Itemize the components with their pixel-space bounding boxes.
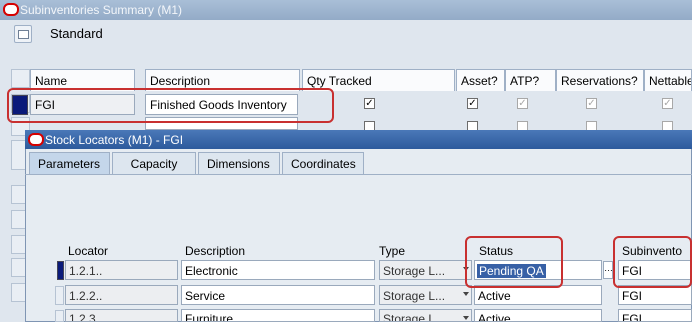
annotation-highlight-fgi-row — [7, 88, 334, 123]
toolbar-standard-label: Standard — [50, 26, 103, 41]
locator-status-field[interactable]: Active — [474, 285, 602, 305]
column-header-description: Description — [185, 244, 246, 258]
locator-type-select[interactable]: Storage L... — [379, 260, 472, 280]
reservations-checkbox[interactable]: ✓ — [586, 98, 597, 109]
tab-divider — [25, 174, 692, 175]
locator-description-field[interactable]: Furniture — [181, 309, 375, 322]
outer-window-title: Subinventories Summary (M1) — [20, 3, 183, 17]
locator-field[interactable]: 1.2.3.. — [65, 309, 178, 322]
annotation-highlight-subinventory — [613, 236, 692, 288]
tab-dimensions[interactable]: Dimensions — [198, 152, 280, 174]
locator-subinventory-field[interactable]: FGI — [618, 285, 692, 305]
record-indicator[interactable] — [55, 310, 64, 322]
current-record-marker — [57, 261, 64, 280]
tab-capacity[interactable]: Capacity — [112, 152, 196, 174]
oracle-window-icon — [3, 3, 19, 16]
outer-window-titlebar[interactable]: Subinventories Summary (M1) — [0, 0, 692, 20]
locator-type-value: Storage L... — [383, 312, 446, 322]
inner-window-titlebar[interactable]: Stock Locators (M1) - FGI — [25, 130, 692, 149]
atp-checkbox[interactable]: ✓ — [517, 98, 528, 109]
column-header-atp: ATP? — [505, 69, 556, 91]
column-header-asset: Asset? — [456, 69, 505, 91]
folder-icon[interactable] — [14, 25, 32, 43]
tab-coordinates[interactable]: Coordinates — [282, 152, 364, 174]
locator-type-value: Storage L... — [383, 289, 446, 303]
column-header-type: Type — [379, 244, 406, 258]
locator-field[interactable]: 1.2.2.. — [65, 285, 178, 305]
column-header-nettable: Nettable — [644, 69, 692, 91]
qty-tracked-checkbox[interactable]: ✓ — [364, 98, 375, 109]
annotation-highlight-status — [465, 236, 563, 288]
locator-type-select[interactable]: Storage L... — [379, 309, 472, 322]
locator-field[interactable]: 1.2.1.. — [65, 260, 178, 280]
locator-description-field[interactable]: Electronic — [181, 260, 375, 280]
column-header-locator: Locator — [68, 244, 109, 258]
column-header-reservations: Reservations? — [556, 69, 644, 91]
nettable-checkbox[interactable]: ✓ — [662, 98, 673, 109]
asset-checkbox[interactable]: ✓ — [467, 98, 478, 109]
chevron-down-icon — [463, 292, 469, 296]
record-indicator[interactable] — [11, 69, 30, 88]
ellipsis-lov-icon[interactable]: … — [603, 261, 613, 279]
chevron-down-icon — [463, 316, 469, 320]
locator-type-value: Storage L... — [383, 264, 446, 278]
locator-description-field[interactable]: Service — [181, 285, 375, 305]
locator-subinventory-field[interactable]: FGI — [618, 309, 692, 322]
inner-window-title: Stock Locators (M1) - FGI — [45, 133, 184, 147]
record-indicator[interactable] — [55, 286, 64, 305]
tab-parameters[interactable]: Parameters — [29, 152, 110, 174]
locator-status-field[interactable]: Active — [474, 309, 602, 322]
locator-type-select[interactable]: Storage L... — [379, 285, 472, 305]
oracle-window-icon — [28, 133, 44, 146]
